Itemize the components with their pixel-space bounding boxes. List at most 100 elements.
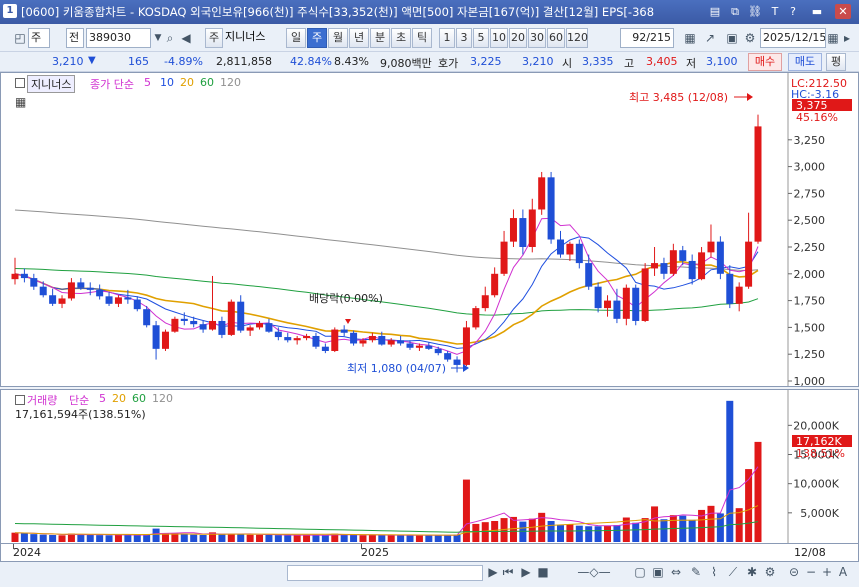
period-tab-0[interactable]: 일: [286, 28, 306, 48]
speaker-icon[interactable]: ◀: [176, 28, 196, 48]
date-input[interactable]: 2025/12/15: [760, 28, 826, 48]
period-tab-1[interactable]: 주: [307, 28, 327, 48]
y-tick-label: 2,250: [794, 241, 826, 254]
trend-line-icon[interactable]: ⟋: [725, 562, 741, 582]
trend-icon[interactable]: ↗: [700, 28, 720, 48]
interval-button-60[interactable]: 60: [547, 28, 565, 48]
arrows-icon[interactable]: ⇔: [668, 562, 684, 582]
interval-button-3[interactable]: 3: [456, 28, 472, 48]
chart-icon[interactable]: ⌇: [706, 562, 722, 582]
save-icon[interactable]: ▣: [722, 28, 742, 48]
volume-bar: [293, 535, 301, 542]
calendar-icon[interactable]: ▦: [826, 28, 840, 48]
scrollbar-track[interactable]: [287, 565, 483, 581]
volume-bar: [481, 522, 489, 542]
candle-body: [161, 331, 169, 349]
dividend-marker: [345, 319, 351, 324]
volume-bar: [472, 523, 480, 542]
volume-bar: [688, 519, 696, 542]
volume-chart-panel[interactable]: 거래량 단순 5 20 60 120 17,161,594주(138.51%) …: [0, 389, 859, 544]
y-tick-label: 1,750: [794, 295, 826, 308]
candle-body: [368, 335, 376, 341]
grid-icon[interactable]: ▦: [680, 28, 700, 48]
dropdown-arrow-icon[interactable]: ▼: [152, 28, 164, 48]
interval-button-20[interactable]: 20: [509, 28, 527, 48]
volume-bar: [406, 535, 414, 542]
bid-price-1: 3,225: [470, 55, 502, 68]
candle-body: [227, 301, 235, 335]
volume-bar: [368, 534, 376, 542]
candle-body: [660, 263, 668, 274]
prev-button[interactable]: 전: [66, 28, 84, 48]
y-tick-label: 1,000: [794, 375, 826, 386]
candle-body: [378, 335, 386, 345]
gear-icon[interactable]: ⚙: [740, 28, 760, 48]
interval-button-10[interactable]: 10: [490, 28, 508, 48]
volume-bar: [575, 525, 583, 542]
sell-button[interactable]: 매도: [788, 53, 822, 71]
period-tab-3[interactable]: 년: [349, 28, 369, 48]
candle-body: [387, 340, 395, 345]
candle-body: [462, 327, 470, 365]
cross-icon[interactable]: ✱: [744, 562, 760, 582]
candle-body: [11, 273, 19, 280]
volume-bar: [726, 400, 734, 542]
play-icon[interactable]: ▶: [518, 562, 534, 582]
candle-body: [519, 218, 527, 247]
candle-body: [735, 286, 743, 304]
eval-button[interactable]: 평: [826, 53, 846, 71]
candle-body: [209, 320, 217, 330]
more-icon[interactable]: ▸: [840, 28, 854, 48]
settings-icon[interactable]: ⚙: [762, 562, 778, 582]
buy-button[interactable]: 매수: [748, 53, 782, 71]
help-icon[interactable]: ?: [785, 4, 801, 19]
candle-body: [359, 340, 367, 344]
candle-body: [613, 300, 621, 319]
interval-button-1[interactable]: 1: [439, 28, 455, 48]
pencil-icon[interactable]: ✎: [688, 562, 704, 582]
period-tab-5[interactable]: 초: [391, 28, 411, 48]
quote-bar: 3,210 ▼ 165 -4.89% 2,811,858 42.84% 8.43…: [0, 52, 859, 72]
window-title: [0600] 키움종합차트 - KOSDAQ 외국인보유[966(천)] 주식수…: [21, 5, 655, 19]
price-chart-panel[interactable]: 지니너스 종가 단순 5 10 20 60 120 ▦ 3,250 3,000 2,…: [0, 72, 859, 387]
interval-button-5[interactable]: 5: [473, 28, 489, 48]
square-icon[interactable]: ▢: [632, 562, 648, 582]
search-icon[interactable]: ⌕: [164, 28, 176, 48]
scroll-right-icon[interactable]: ▶: [486, 562, 500, 582]
square-icon-2[interactable]: ▣: [650, 562, 666, 582]
window-list-icon[interactable]: ▤: [707, 4, 723, 19]
window-number[interactable]: 1: [3, 4, 17, 18]
y-tick-label: 2,750: [794, 187, 826, 200]
scroll-start-icon[interactable]: ⏮: [500, 562, 516, 582]
count-display[interactable]: 92/215: [620, 28, 674, 48]
font-size-icon[interactable]: A: [836, 562, 850, 582]
zoom-out-icon[interactable]: ⊝: [786, 562, 802, 582]
volume-bar: [604, 525, 612, 542]
layout-icon[interactable]: ◰: [12, 28, 28, 48]
interval-button-30[interactable]: 30: [528, 28, 546, 48]
minimize-icon[interactable]: ▬: [809, 4, 825, 19]
candle-body: [651, 263, 659, 269]
bid-price-2: 3,210: [522, 55, 554, 68]
ma-line-120: [14, 209, 759, 272]
candle-body: [190, 320, 198, 325]
copy-icon[interactable]: ⧉: [727, 4, 743, 19]
stop-icon[interactable]: ■: [535, 562, 551, 582]
period-unit-select[interactable]: 주: [28, 28, 50, 48]
interval-button-120[interactable]: 120: [566, 28, 588, 48]
minus-icon[interactable]: −: [804, 562, 818, 582]
period-tab-6[interactable]: 틱: [412, 28, 432, 48]
trade-volume: 2,811,858: [216, 55, 272, 68]
period-tab-4[interactable]: 분: [370, 28, 390, 48]
candle-body: [698, 252, 706, 280]
candle-body: [688, 260, 696, 280]
volume-bar: [77, 534, 85, 542]
period-tab-2[interactable]: 월: [328, 28, 348, 48]
link-icon[interactable]: ⛓: [747, 4, 763, 19]
close-icon[interactable]: ✕: [835, 4, 851, 19]
text-icon[interactable]: T: [767, 4, 783, 19]
stock-code-input[interactable]: 389030: [86, 28, 151, 48]
plus-icon[interactable]: +: [820, 562, 834, 582]
volume-bar: [321, 535, 329, 542]
zoom-slider[interactable]: —◇—: [560, 562, 628, 582]
